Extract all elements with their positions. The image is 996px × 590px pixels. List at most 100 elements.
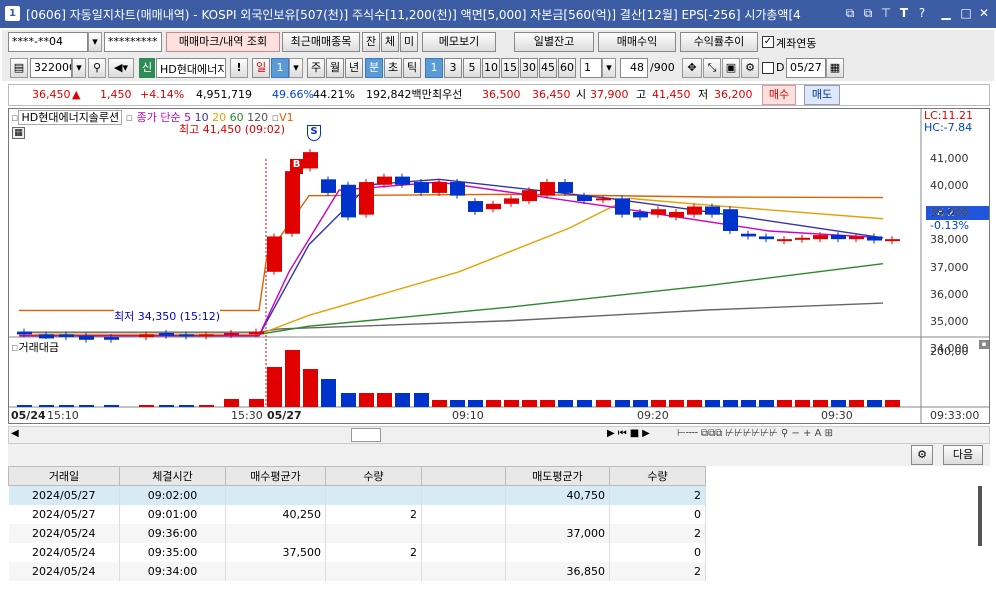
tick-38000: 38,000 xyxy=(930,233,969,246)
volume-panel-icon[interactable]: ▪ xyxy=(979,340,989,349)
period-year[interactable]: 년 xyxy=(345,58,363,78)
best-ask: 36,500 xyxy=(482,88,521,101)
day-count-field[interactable]: 1 xyxy=(271,58,289,78)
stock-code-input[interactable]: 322000 xyxy=(30,58,72,78)
period-second[interactable]: 초 xyxy=(384,58,402,78)
date-checkbox[interactable] xyxy=(762,62,774,74)
table-row[interactable]: 2024/05/27 09:01:00 40,250 2 0 xyxy=(8,504,706,524)
daily-balance-button[interactable]: 일별잔고 xyxy=(514,32,594,52)
balance-button[interactable]: 잔 xyxy=(362,32,380,52)
volume-bar xyxy=(831,400,846,407)
period-month[interactable]: 월 xyxy=(326,58,344,78)
pin-icon[interactable]: ⊤ xyxy=(878,6,894,20)
volume-bar xyxy=(669,400,684,407)
interval-10[interactable]: 10 xyxy=(482,58,500,78)
candle-body xyxy=(504,198,519,204)
grid-scrollbar[interactable] xyxy=(978,486,982,546)
interval-5[interactable]: 5 xyxy=(463,58,481,78)
scroll-thumb[interactable] xyxy=(351,428,381,442)
volume-bar xyxy=(414,393,429,407)
account-input[interactable]: ****-**04 xyxy=(8,32,88,52)
volume-bar xyxy=(199,405,214,407)
interval-input[interactable]: 1 xyxy=(580,58,602,78)
recent-trades-button[interactable]: 최근매매종목 xyxy=(282,32,360,52)
interval-3[interactable]: 3 xyxy=(444,58,462,78)
maximize-icon[interactable]: □ xyxy=(958,6,974,20)
sell-button[interactable]: 매도 xyxy=(804,85,840,105)
code-search-icon[interactable]: ▤ xyxy=(10,58,28,78)
trade-profit-button[interactable]: 매매수익 xyxy=(598,32,676,52)
account-dropdown-icon[interactable]: ▾ xyxy=(88,32,102,52)
chart-scrollbar[interactable]: ◀ ▶⏮■▶ ⊢╌╌ ⧉⧉⧉ ⊬⊬⊬⊬⊬⊬ ⚲ − + A ⊞ xyxy=(8,426,990,444)
settings-icon[interactable]: ⚙ xyxy=(911,445,933,465)
count-input[interactable]: 48 xyxy=(620,58,648,78)
open-label: 시 xyxy=(576,88,587,101)
grid-toggle-icon[interactable]: ▦ xyxy=(12,127,25,139)
candle-body xyxy=(831,235,846,240)
save-icon[interactable]: ▣ xyxy=(722,58,740,78)
search-icon[interactable]: ⚲ xyxy=(88,58,106,78)
link-icon[interactable]: ⧉ xyxy=(860,6,876,21)
alert-button[interactable]: ! xyxy=(230,58,248,78)
window-number: 1 xyxy=(5,6,20,21)
interval-45[interactable]: 45 xyxy=(539,58,557,78)
speaker-icon[interactable]: ◀▾ xyxy=(108,58,134,78)
interval-60[interactable]: 60 xyxy=(558,58,576,78)
interval-30[interactable]: 30 xyxy=(520,58,538,78)
period-tick[interactable]: 틱 xyxy=(403,58,421,78)
stock-label: HD현대에너지솔루션 xyxy=(18,110,123,125)
next-button[interactable]: 다음 xyxy=(943,445,983,465)
playback-controls[interactable]: ▶⏮■▶ xyxy=(607,428,653,439)
filled-button[interactable]: 체 xyxy=(381,32,399,52)
indicator-icon[interactable]: ✥ xyxy=(682,58,702,78)
chart-area[interactable]: ▫ HD현대에너지솔루션 ▫ 종가 단순 5 10 20 60 120 ▫V1 최… xyxy=(8,108,990,424)
period-day[interactable]: 일 xyxy=(252,58,270,78)
volume-bar xyxy=(359,393,374,407)
volume-bar xyxy=(867,400,882,407)
password-input[interactable]: ********* xyxy=(104,32,162,52)
table-cell xyxy=(325,561,422,581)
buy-button[interactable]: 매수 xyxy=(762,85,796,105)
close-icon[interactable]: ✕ xyxy=(976,6,992,20)
interval-15[interactable]: 15 xyxy=(501,58,519,78)
candle-body xyxy=(104,337,119,340)
account-link-checkbox[interactable]: ✓ xyxy=(762,36,774,48)
period-minute[interactable]: 분 xyxy=(365,58,383,78)
current-price: 36,450 xyxy=(32,88,71,101)
help-icon[interactable]: ? xyxy=(914,6,930,20)
price-chart[interactable] xyxy=(9,109,989,423)
time-label-0524: 05/24 xyxy=(11,409,46,422)
candle-body xyxy=(359,182,374,215)
tool-icon[interactable]: ⤡ xyxy=(703,58,721,78)
period-week[interactable]: 주 xyxy=(307,58,325,78)
volume-bar xyxy=(39,405,54,407)
code-dropdown-icon[interactable]: ▾ xyxy=(72,58,86,78)
volume-bar xyxy=(813,400,828,407)
time-label-0910: 09:10 xyxy=(452,409,484,422)
font-icon[interactable]: T xyxy=(896,6,912,20)
tick-39000: 39,000 xyxy=(930,206,969,219)
date-input[interactable]: 05/27 xyxy=(786,58,826,78)
table-cell: 2 xyxy=(609,561,706,581)
profit-rate-button[interactable]: 수익률추이 xyxy=(680,32,758,52)
day-dropdown-icon[interactable]: ▾ xyxy=(289,58,303,78)
restore-icon[interactable]: ⧉ xyxy=(842,6,858,21)
gear-icon[interactable]: ⚙ xyxy=(741,58,759,78)
unfilled-button[interactable]: 미 xyxy=(400,32,418,52)
candle-body xyxy=(741,233,756,237)
candle-body xyxy=(79,335,94,340)
stock-name-field[interactable]: HD현대에너지 xyxy=(156,58,226,78)
scroll-left-icon[interactable]: ◀ xyxy=(11,428,19,439)
drawing-tools[interactable]: ⊢╌╌ ⧉⧉⧉ ⊬⊬⊬⊬⊬⊬ ⚲ − + A ⊞ xyxy=(677,428,833,439)
interval-1[interactable]: 1 xyxy=(425,58,443,78)
memo-button[interactable]: 메모보기 xyxy=(422,32,496,52)
table-row[interactable]: 2024/05/24 09:35:00 37,500 2 0 xyxy=(8,542,706,562)
calendar-icon[interactable]: ▦ xyxy=(826,58,844,78)
table-row[interactable]: 2024/05/24 09:34:00 36,850 2 xyxy=(8,561,706,581)
table-row[interactable]: 2024/05/27 09:02:00 40,750 2 xyxy=(8,485,706,505)
candle-body xyxy=(558,182,573,193)
trade-mark-button[interactable]: 매매마크/내역 조회 xyxy=(166,32,280,52)
interval-dropdown-icon[interactable]: ▾ xyxy=(602,58,616,78)
table-row[interactable]: 2024/05/24 09:36:00 37,000 2 xyxy=(8,523,706,543)
minimize-icon[interactable]: ▁ xyxy=(938,6,954,20)
